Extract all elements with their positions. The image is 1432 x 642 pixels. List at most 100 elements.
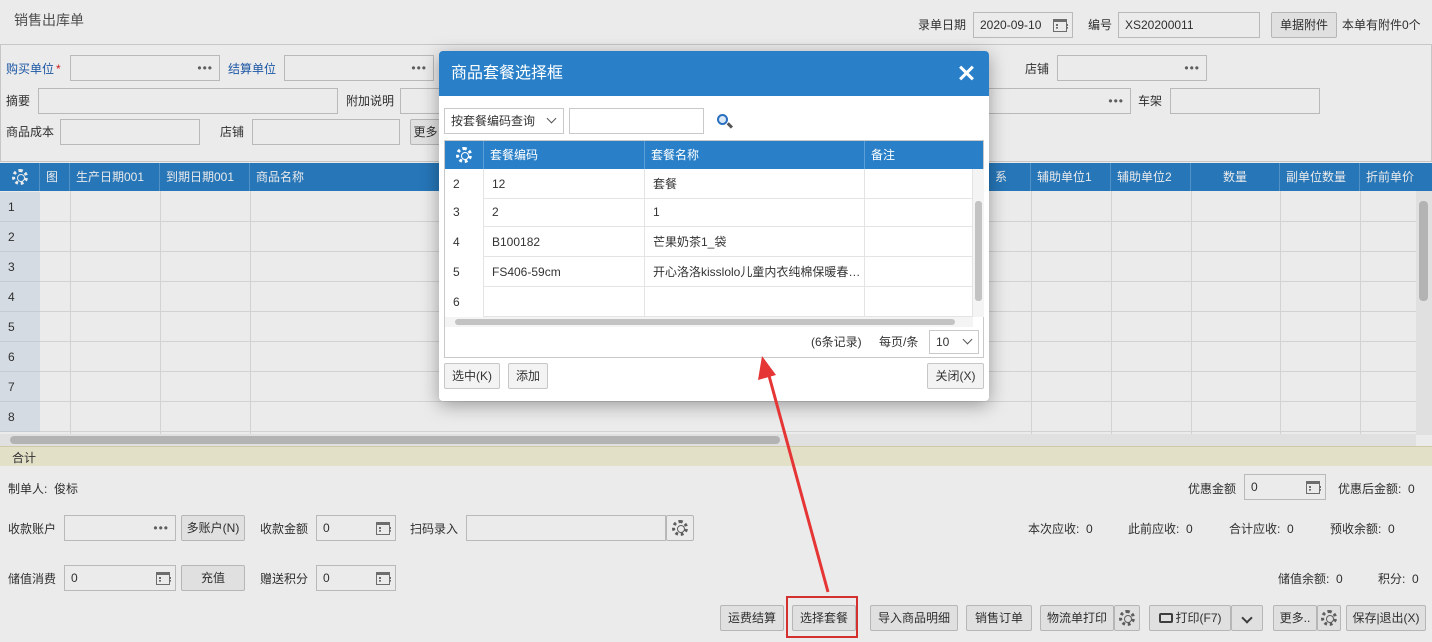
row-number[interactable]: 3: [0, 252, 40, 282]
scroll-thumb[interactable]: [455, 319, 955, 325]
logistics-settings-button[interactable]: [1114, 605, 1140, 631]
store-field[interactable]: •••: [1057, 55, 1207, 81]
calculator-icon[interactable]: [156, 572, 171, 585]
table-row[interactable]: 2 12 套餐: [445, 169, 973, 199]
calculator-icon[interactable]: [376, 572, 391, 585]
entry-date-field[interactable]: 2020-09-10: [973, 12, 1073, 38]
sales-order-button[interactable]: 销售订单: [966, 605, 1032, 631]
grid-vertical-scrollbar[interactable]: [1416, 191, 1432, 435]
save-exit-button[interactable]: 保存|退出(X): [1346, 605, 1426, 631]
per-page-select[interactable]: 10: [929, 330, 979, 354]
import-detail-button[interactable]: 导入商品明细: [870, 605, 958, 631]
col-sub-unit-qty[interactable]: 副单位数量: [1280, 163, 1360, 191]
more-dots-icon[interactable]: •••: [153, 516, 169, 540]
more-fields-button[interactable]: 更多: [410, 119, 440, 145]
more-dots-icon[interactable]: •••: [1108, 89, 1124, 113]
row-number[interactable]: 6: [0, 342, 40, 372]
close-button[interactable]: 关闭(X): [927, 363, 984, 389]
more-dots-icon[interactable]: •••: [197, 56, 213, 80]
select-button[interactable]: 选中(K): [444, 363, 500, 389]
note-cell: [865, 287, 973, 317]
scan-settings-button[interactable]: [666, 515, 694, 541]
more-settings-button[interactable]: [1317, 605, 1341, 631]
col-aux-unit1[interactable]: 辅助单位1: [1031, 163, 1111, 191]
stored-consume-field[interactable]: 0: [64, 565, 176, 591]
settle-field[interactable]: •••: [284, 55, 434, 81]
store2-field[interactable]: [252, 119, 400, 145]
col-note[interactable]: 备注: [865, 141, 983, 169]
freight-button[interactable]: 运费结算: [720, 605, 784, 631]
multi-account-button[interactable]: 多账户(N): [181, 515, 245, 541]
maker-label: 制单人: 俊标: [8, 482, 79, 496]
recharge-button[interactable]: 充值: [181, 565, 245, 591]
receive-amount-field[interactable]: 0: [316, 515, 396, 541]
table-row[interactable]: 5 FS406-59cm 开心洛洛kisslolo儿童内衣纯棉保暖春…: [445, 257, 973, 287]
query-mode-select[interactable]: 按套餐编码查询: [444, 108, 564, 134]
table-settings[interactable]: [445, 141, 484, 169]
cost-field[interactable]: [60, 119, 200, 145]
logistics-print-button[interactable]: 物流单打印: [1040, 605, 1114, 631]
more-dots-icon[interactable]: •••: [1184, 56, 1200, 80]
extra-field-tail[interactable]: •••: [989, 88, 1131, 114]
entry-date-value: 2020-09-10: [980, 18, 1042, 32]
gift-points-field[interactable]: 0: [316, 565, 396, 591]
grid-settings[interactable]: [0, 163, 40, 191]
chevron-down-icon: [1241, 612, 1253, 624]
row-number[interactable]: 4: [0, 282, 40, 312]
summary-field[interactable]: [38, 88, 338, 114]
table-row[interactable]: 3 2 1: [445, 197, 973, 227]
scroll-thumb[interactable]: [975, 201, 982, 301]
grid-horizontal-scrollbar[interactable]: [0, 434, 1416, 446]
gear-icon[interactable]: [12, 169, 28, 185]
table-row[interactable]: 6: [445, 287, 973, 317]
attachment-button[interactable]: 单据附件: [1271, 12, 1337, 38]
extra-field[interactable]: [400, 88, 440, 114]
row-number: 3: [445, 197, 484, 227]
col-prod-date[interactable]: 生产日期001: [70, 163, 160, 191]
print-button[interactable]: 打印(F7): [1149, 605, 1231, 631]
row-number[interactable]: 7: [0, 372, 40, 402]
row-number[interactable]: 8: [0, 402, 40, 432]
col-image[interactable]: 图: [40, 163, 70, 191]
col-pre-discount-price[interactable]: 折前单价: [1360, 163, 1432, 191]
add-button[interactable]: 添加: [508, 363, 548, 389]
search-input[interactable]: [569, 108, 704, 134]
close-icon[interactable]: [955, 62, 977, 84]
buyer-field[interactable]: •••: [70, 55, 220, 81]
store-label: 店铺: [1025, 62, 1050, 76]
table-row[interactable]: 4 B100182 芒果奶茶1_袋: [445, 227, 973, 257]
row-number[interactable]: 2: [0, 222, 40, 252]
col-product-name[interactable]: 商品名称: [250, 163, 440, 191]
col-package-code[interactable]: 套餐编码: [484, 141, 645, 169]
calculator-icon[interactable]: [1306, 481, 1321, 494]
discount-field[interactable]: 0: [1244, 474, 1326, 500]
table-vertical-scrollbar[interactable]: [973, 169, 984, 317]
scroll-thumb[interactable]: [10, 436, 780, 444]
calculator-icon[interactable]: [376, 522, 391, 535]
col-aux-unit2[interactable]: 辅助单位2: [1111, 163, 1191, 191]
print-dropdown-button[interactable]: [1231, 605, 1263, 631]
row-number[interactable]: 5: [0, 312, 40, 342]
row-number: 4: [445, 227, 484, 257]
note-cell: [865, 257, 973, 287]
col-package-name[interactable]: 套餐名称: [645, 141, 865, 169]
gear-icon[interactable]: [456, 147, 472, 163]
table-horizontal-scrollbar[interactable]: [445, 317, 973, 327]
dialog-title: 商品套餐选择框: [451, 65, 564, 82]
more-dots-icon[interactable]: •••: [411, 56, 427, 80]
col-relation[interactable]: 系: [989, 163, 1031, 191]
scan-input[interactable]: [466, 515, 666, 541]
more-actions-button[interactable]: 更多..: [1273, 605, 1317, 631]
number-field[interactable]: XS20200011: [1118, 12, 1260, 38]
package-name-cell: 1: [645, 197, 865, 227]
search-icon[interactable]: [716, 113, 734, 131]
scroll-thumb[interactable]: [1419, 201, 1428, 301]
package-code-cell: B100182: [484, 227, 645, 257]
gear-icon: [672, 520, 688, 536]
calendar-icon[interactable]: [1053, 19, 1068, 32]
col-exp-date[interactable]: 到期日期001: [160, 163, 250, 191]
col-quantity[interactable]: 数量: [1191, 163, 1280, 191]
row-number[interactable]: 1: [0, 192, 40, 222]
account-field[interactable]: •••: [64, 515, 176, 541]
frame-field[interactable]: [1170, 88, 1320, 114]
